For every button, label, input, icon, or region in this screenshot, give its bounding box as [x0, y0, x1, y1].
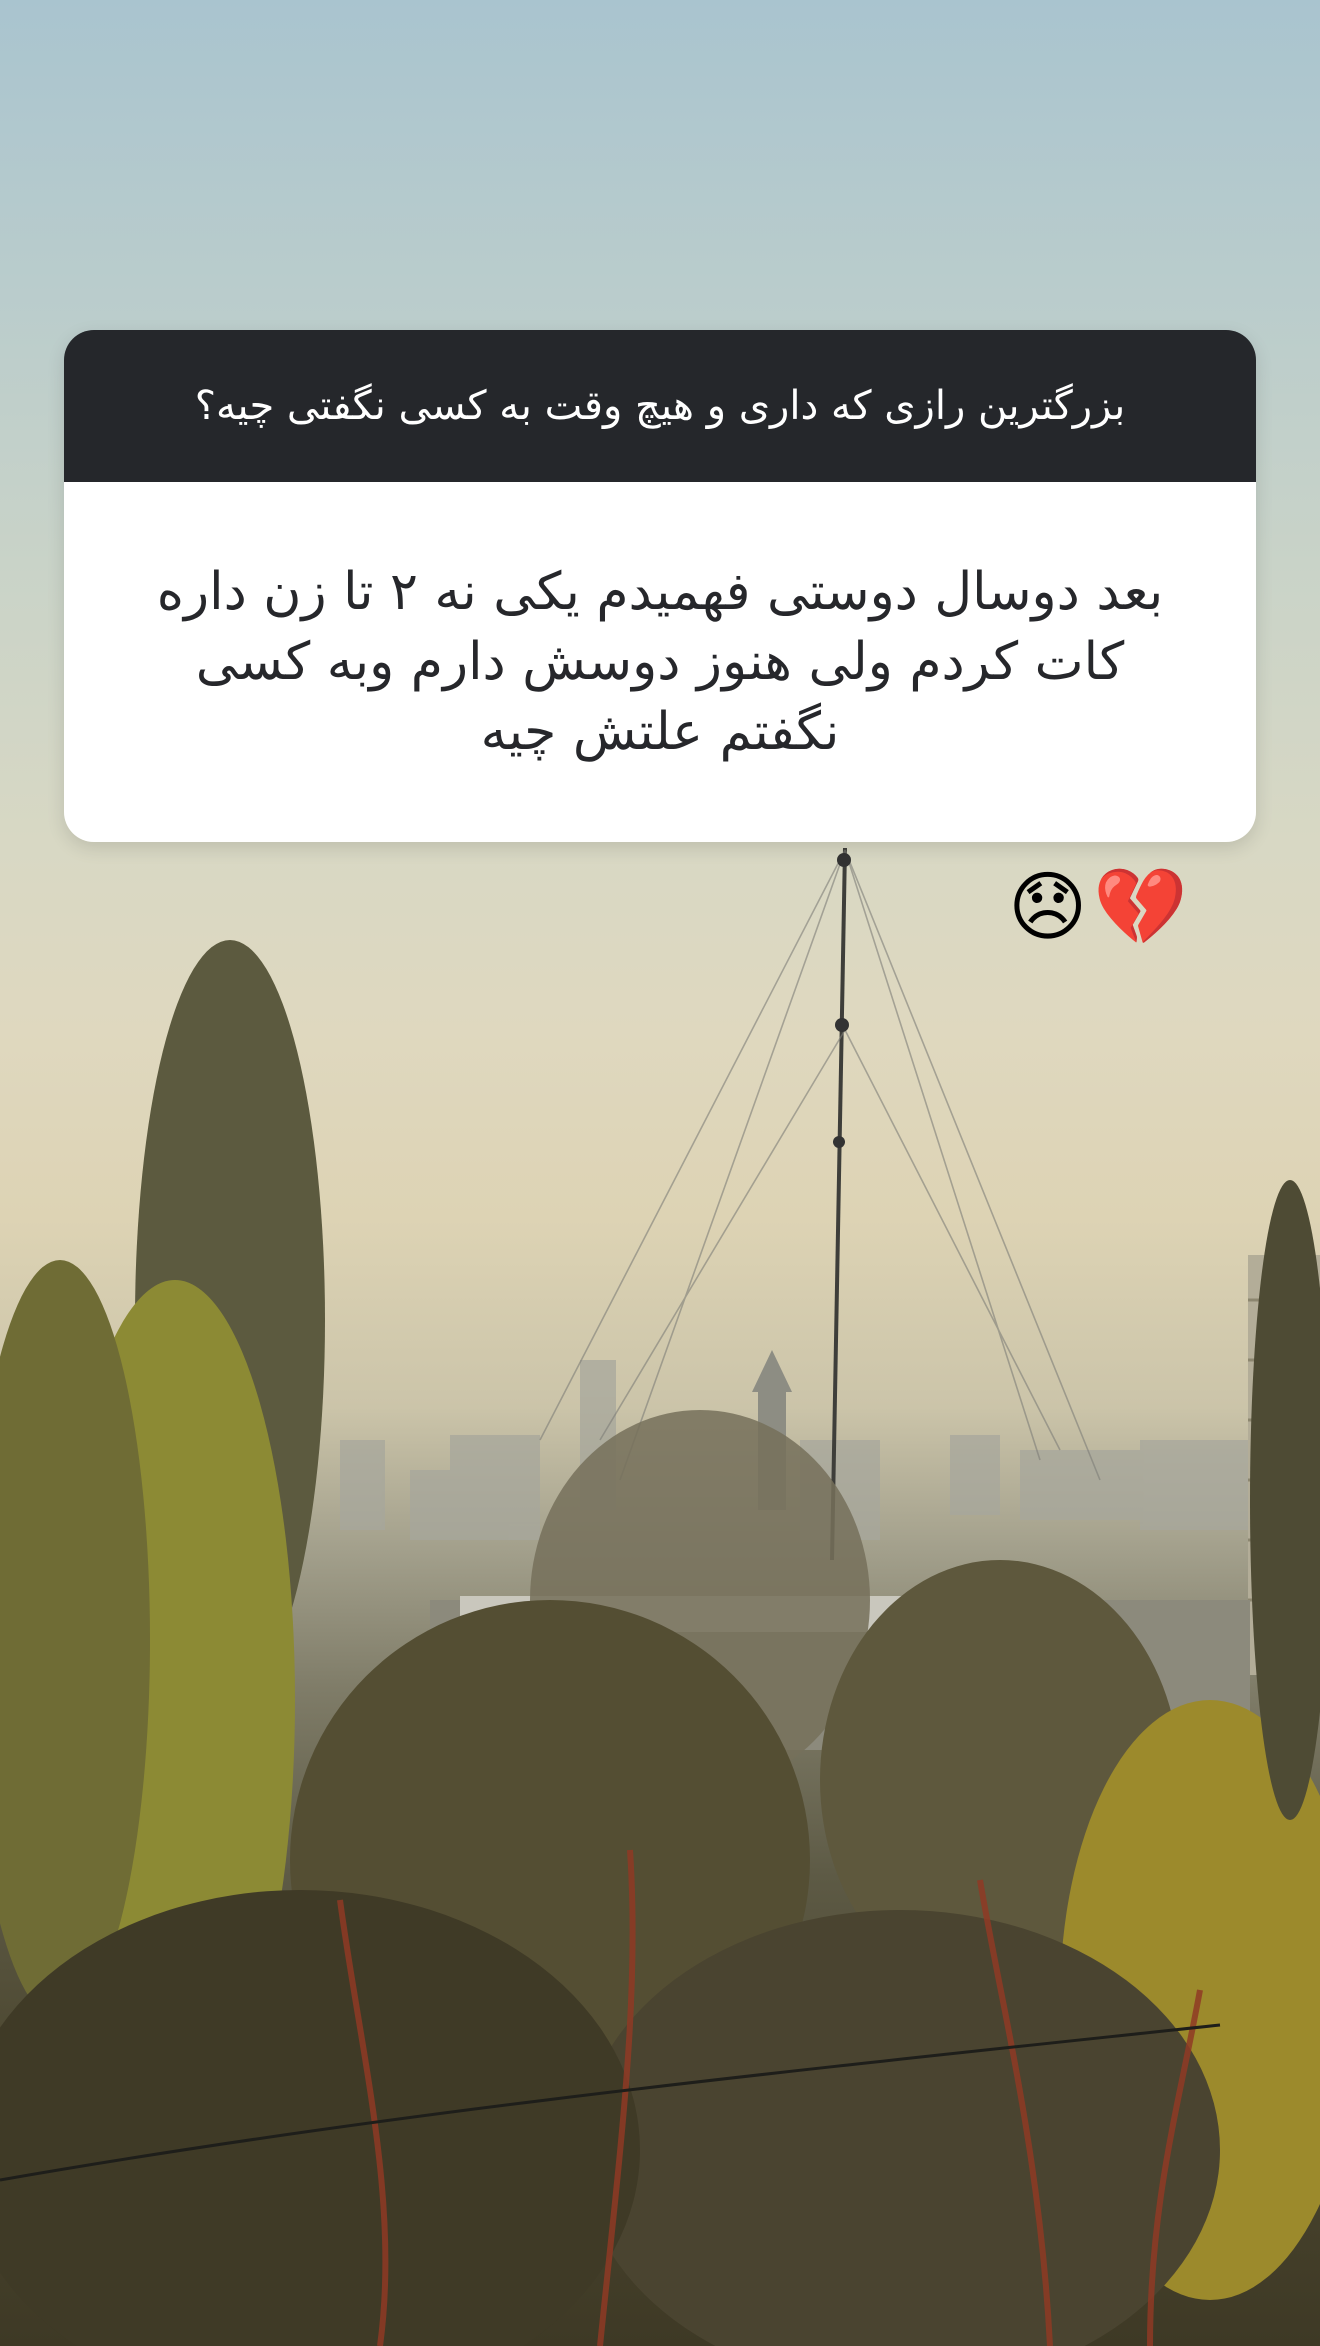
broken-heart-icon: 💔	[1093, 862, 1188, 951]
question-prompt: بزرگترین رازی که داری و هیچ وقت به کسی ن…	[64, 330, 1256, 482]
emoji-sticker: 😞 💔	[1008, 862, 1190, 952]
question-answer-sticker[interactable]: بزرگترین رازی که داری و هیچ وقت به کسی ن…	[64, 330, 1256, 842]
answer-text: بعد دوسال دوستی فهمیدم یکی نه ۲ تا زن دا…	[64, 482, 1256, 842]
disappointed-face-icon: 😞	[1008, 862, 1088, 951]
